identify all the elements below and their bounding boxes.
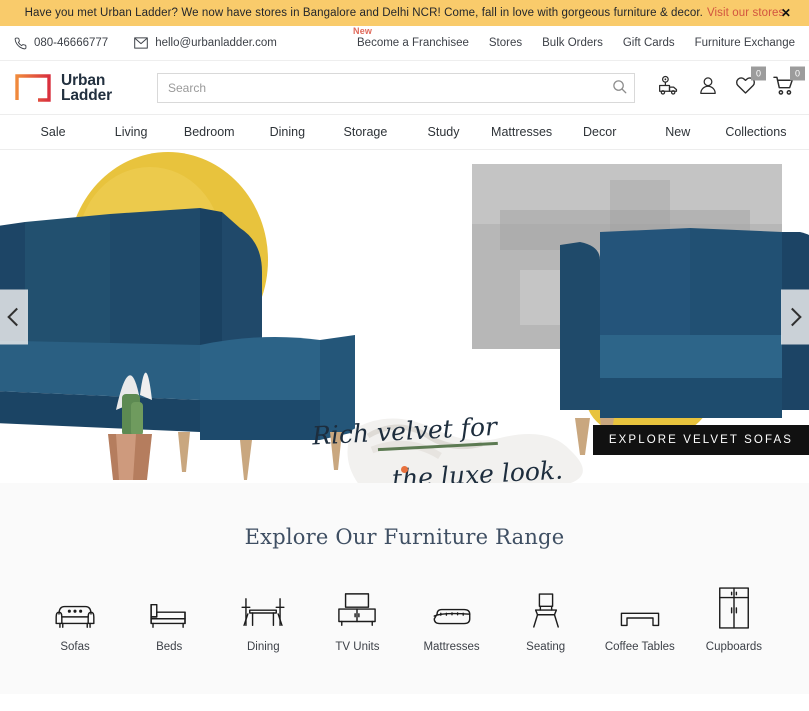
page-title: Explore Our Furniture Range <box>244 525 565 549</box>
category-label: Beds <box>156 641 183 653</box>
logo-text-line2: Ladder <box>61 86 113 104</box>
site-header: Urban Ladder Search 0 0 <box>0 61 809 114</box>
category-dining[interactable]: Dining <box>216 583 310 653</box>
utility-link-bulk-orders[interactable]: Bulk Orders <box>542 37 603 49</box>
chevron-right-icon <box>783 307 802 326</box>
cupboard-icon <box>715 583 753 631</box>
phone-icon <box>14 37 27 50</box>
utility-bar: 080-46666777 hello@urbanladder.com New B… <box>0 26 809 61</box>
header-icon-group: 0 0 <box>658 66 805 100</box>
carousel-dot-1[interactable] <box>401 466 408 473</box>
hero-headline-line1: Rich velvet for <box>311 408 563 452</box>
close-announcement-icon[interactable]: ✕ <box>781 7 791 19</box>
bed-icon <box>146 583 192 631</box>
category-label: Coffee Tables <box>604 641 675 653</box>
announcement-text: Have you met Urban Ladder? We now have s… <box>24 7 703 19</box>
carousel-prev-arrow[interactable] <box>0 289 28 344</box>
category-label: Sofas <box>60 641 90 653</box>
utility-link-gift-cards[interactable]: Gift Cards <box>623 37 675 49</box>
announcement-bar: Have you met Urban Ladder? We now have s… <box>0 0 809 26</box>
utility-link-label: Become a Franchisee <box>357 37 469 49</box>
utility-links: New Become a Franchisee Stores Bulk Orde… <box>353 26 795 60</box>
chair-icon <box>530 583 562 631</box>
tv-unit-icon <box>336 583 378 631</box>
sofa-icon <box>53 583 97 631</box>
category-seating[interactable]: Seating <box>499 583 593 653</box>
category-mattresses[interactable]: Mattresses <box>405 583 499 653</box>
nav-item-living[interactable]: Living <box>92 125 170 139</box>
category-label: Mattresses <box>423 641 480 653</box>
dining-table-icon <box>240 583 286 631</box>
user-account-icon[interactable] <box>698 75 718 100</box>
search-icon <box>612 79 627 97</box>
category-tv-units[interactable]: TV Units <box>310 583 404 653</box>
nav-item-decor[interactable]: Decor <box>561 125 639 139</box>
category-beds[interactable]: Beds <box>122 583 216 653</box>
nav-item-mattresses[interactable]: Mattresses <box>483 125 561 139</box>
category-sofas[interactable]: Sofas <box>28 583 122 653</box>
carousel-dots <box>0 466 809 473</box>
logo[interactable]: Urban Ladder <box>14 71 113 104</box>
category-list: Sofas Beds Dining TV Units Mattresses Se… <box>0 549 809 653</box>
hero-carousel: Rich velvet for the luxe look. EXPLORE V… <box>0 150 809 483</box>
phone-contact[interactable]: 080-46666777 <box>14 37 108 50</box>
category-label: Seating <box>526 641 566 653</box>
category-cupboards[interactable]: Cupboards <box>687 583 781 653</box>
contact-group: 080-46666777 hello@urbanladder.com <box>14 37 277 50</box>
urban-ladder-square-logo <box>14 73 52 103</box>
envelope-icon <box>134 37 148 49</box>
search-button[interactable] <box>604 74 634 102</box>
email-contact[interactable]: hello@urbanladder.com <box>134 37 277 49</box>
category-label: Dining <box>247 641 280 653</box>
hero-headline-word1: Rich <box>311 418 370 451</box>
search-input[interactable] <box>158 73 604 102</box>
mattress-icon <box>429 583 475 631</box>
cart-count-badge: 0 <box>790 66 805 80</box>
category-label: Cupboards <box>705 641 763 653</box>
delivery-truck-icon[interactable] <box>658 75 681 100</box>
announcement-message: Have you met Urban Ladder? We now have s… <box>25 7 785 19</box>
email-address: hello@urbanladder.com <box>155 37 277 49</box>
utility-link-furniture-exchange[interactable]: Furniture Exchange <box>695 37 795 49</box>
furniture-range-section: Explore Our Furniture Range Sofas Beds D… <box>0 483 809 694</box>
utility-link-franchisee[interactable]: New Become a Franchisee <box>353 26 469 49</box>
visit-our-stores-link[interactable]: Visit our stores <box>707 7 784 19</box>
nav-item-bedroom[interactable]: Bedroom <box>170 125 248 139</box>
coffee-table-icon <box>617 583 663 631</box>
utility-link-stores[interactable]: Stores <box>489 37 522 49</box>
explore-velvet-sofas-button[interactable]: EXPLORE VELVET SOFAS <box>592 425 809 455</box>
hero-headline-word2: velvet for <box>376 411 498 452</box>
search-bar[interactable] <box>157 72 635 103</box>
nav-item-study[interactable]: Study <box>404 125 482 139</box>
wishlist-count-badge: 0 <box>751 66 766 81</box>
new-badge: New <box>353 26 373 36</box>
nav-item-collections[interactable]: Collections <box>717 125 795 139</box>
wishlist-heart-icon[interactable]: 0 <box>735 66 766 100</box>
carousel-next-arrow[interactable] <box>781 289 809 344</box>
category-label: TV Units <box>335 641 380 653</box>
nav-item-dining[interactable]: Dining <box>248 125 326 139</box>
logo-text: Urban Ladder <box>61 71 113 104</box>
main-navigation: Sale Living Bedroom Dining Storage Study… <box>0 114 809 150</box>
nav-item-new[interactable]: New <box>639 125 717 139</box>
phone-number: 080-46666777 <box>34 37 109 49</box>
chevron-left-icon <box>7 307 26 326</box>
nav-item-storage[interactable]: Storage <box>326 125 404 139</box>
category-coffee-tables[interactable]: Coffee Tables <box>593 583 687 653</box>
shopping-cart-icon[interactable]: 0 <box>773 66 805 100</box>
logo-text-line1: Urban <box>61 71 106 89</box>
nav-item-sale[interactable]: Sale <box>14 125 92 139</box>
